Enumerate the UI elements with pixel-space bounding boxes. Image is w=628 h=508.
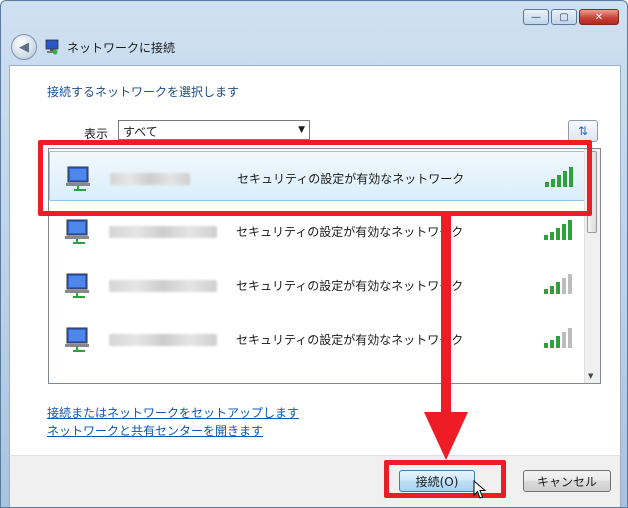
annotation-highlight-network	[38, 140, 592, 216]
dialog-footer: 接続(O) キャンセル	[9, 455, 621, 507]
network-list-item[interactable]: セキュリティの設定が有効なネットワーク	[49, 313, 587, 363]
network-security-text: セキュリティの設定が有効なネットワーク	[236, 225, 464, 239]
network-name-redacted	[109, 334, 217, 346]
sharing-center-link[interactable]: ネットワークと共有センターを開きます	[47, 422, 263, 439]
minimize-button[interactable]: —	[523, 9, 549, 25]
window-title: ネットワークに接続	[67, 41, 176, 55]
title-bar: — ▢ ✕	[1, 1, 627, 33]
mouse-cursor-icon	[473, 480, 487, 499]
close-button[interactable]: ✕	[579, 9, 619, 25]
back-button[interactable]: ◀	[11, 34, 37, 60]
filter-dropdown[interactable]: すべて ▼	[118, 120, 310, 140]
annotation-highlight-connect	[384, 460, 506, 498]
scroll-down-icon[interactable]: ▼	[588, 372, 593, 380]
back-arrow-icon: ◀	[19, 39, 29, 55]
chevron-down-icon: ▼	[298, 125, 305, 135]
filter-selected-value: すべて	[123, 125, 158, 139]
refresh-button[interactable]: ⇅	[568, 120, 598, 142]
signal-strength-icon	[544, 328, 572, 348]
content-panel: 接続するネットワークを選択します 表示 すべて ▼ ⇅ セキュリティの設定が有効…	[9, 65, 621, 456]
wireless-network-icon	[65, 219, 89, 244]
page-heading: 接続するネットワークを選択します	[47, 85, 240, 99]
network-icon	[45, 39, 59, 55]
network-security-text: セキュリティの設定が有効なネットワーク	[236, 333, 464, 347]
network-name-redacted	[109, 226, 217, 238]
network-security-text: セキュリティの設定が有効なネットワーク	[236, 279, 464, 293]
refresh-icon: ⇅	[577, 124, 589, 138]
annotation-arrow-head	[424, 412, 468, 460]
network-connect-window: — ▢ ✕ ◀ ネットワークに接続 接続するネットワークを選択します 表示 すべ…	[0, 0, 628, 508]
signal-strength-icon	[544, 274, 572, 294]
setup-connection-link[interactable]: 接続またはネットワークをセットアップします	[47, 404, 299, 421]
wireless-network-icon	[65, 273, 89, 298]
network-name-redacted	[109, 280, 217, 292]
annotation-arrow-shaft	[441, 212, 451, 412]
network-list-item[interactable]: セキュリティの設定が有効なネットワーク	[49, 259, 587, 309]
maximize-button[interactable]: ▢	[551, 9, 577, 25]
window-controls: — ▢ ✕	[523, 9, 619, 25]
signal-strength-icon	[544, 220, 572, 240]
cancel-button[interactable]: キャンセル	[523, 470, 611, 492]
wireless-network-icon	[65, 327, 89, 352]
nav-row: ◀ ネットワークに接続	[1, 31, 627, 65]
